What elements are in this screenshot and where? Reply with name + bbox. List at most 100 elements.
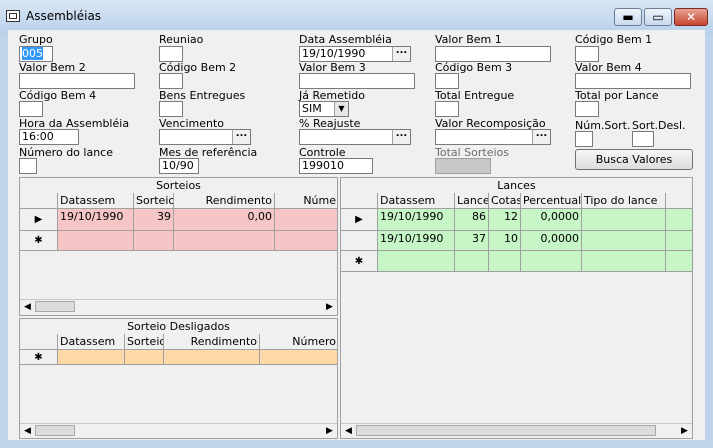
new-row-icon[interactable]: ✱: [20, 350, 58, 365]
busca-valores-button[interactable]: Busca Valores: [575, 149, 693, 170]
mes-referencia-input[interactable]: 10/90: [159, 158, 199, 174]
lances-col-percentual[interactable]: Percentual: [521, 193, 582, 209]
table-cell[interactable]: 19/10/1990: [378, 231, 455, 251]
scroll-left-icon[interactable]: ◀: [20, 424, 35, 438]
table-cell[interactable]: [582, 209, 666, 231]
current-row-icon[interactable]: ▶: [341, 209, 378, 231]
controle-input[interactable]: 199010: [299, 158, 373, 174]
reuniao-input[interactable]: [159, 46, 183, 62]
table-cell[interactable]: 10: [489, 231, 521, 251]
new-row-cell[interactable]: [58, 231, 134, 251]
table-cell[interactable]: 37: [455, 231, 489, 251]
new-row-cell[interactable]: [260, 350, 337, 365]
sorteios-col-numero[interactable]: Núme: [275, 193, 337, 209]
new-row-cell[interactable]: [275, 231, 337, 251]
valor-bem2-input[interactable]: [19, 73, 135, 89]
table-cell[interactable]: [582, 231, 666, 251]
hora-assembleia-input[interactable]: 16:00: [19, 129, 79, 145]
new-row-cell[interactable]: [164, 350, 260, 365]
valor-bem1-input[interactable]: [435, 46, 551, 62]
table-cell[interactable]: [666, 231, 692, 251]
new-row-cell[interactable]: [489, 251, 521, 272]
new-row-cell[interactable]: [134, 231, 174, 251]
pct-reajuste-ellipsis-button[interactable]: ...: [392, 130, 410, 144]
table-cell[interactable]: 0,00: [174, 209, 275, 231]
num-sort-input[interactable]: [575, 131, 593, 147]
sort-desl-input[interactable]: [632, 131, 654, 147]
ja-remetido-select[interactable]: SIM ▼: [299, 101, 349, 117]
scroll-left-icon[interactable]: ◀: [20, 300, 35, 314]
vencimento-ellipsis-button[interactable]: ...: [232, 130, 250, 144]
new-row-cell[interactable]: [521, 251, 582, 272]
table-cell[interactable]: [275, 209, 337, 231]
new-row-cell[interactable]: [58, 350, 125, 365]
data-assembleia-ellipsis-button[interactable]: ...: [392, 47, 410, 61]
valor-bem4-input[interactable]: [575, 73, 691, 89]
table-cell[interactable]: 19/10/1990: [58, 209, 134, 231]
current-row-icon[interactable]: ▶: [20, 209, 58, 231]
desligados-hscrollbar[interactable]: ◀ ▶: [20, 423, 337, 438]
new-row-cell[interactable]: [582, 251, 666, 272]
new-row-cell[interactable]: [174, 231, 275, 251]
sorteios-col-rendimento[interactable]: Rendimento: [174, 193, 275, 209]
data-assembleia-label: Data Assembléia: [299, 33, 392, 46]
sorteios-col-datassem[interactable]: Datassem: [58, 193, 134, 209]
desligados-col-sorteio[interactable]: Sorteio: [125, 334, 164, 350]
desligados-col-rendimento[interactable]: Rendimento: [164, 334, 260, 350]
codigo-bem1-input[interactable]: [575, 46, 599, 62]
sorteios-grid: Sorteios Datassem Sorteio Rendimento Núm…: [19, 177, 338, 316]
table-cell[interactable]: 0,0000: [521, 231, 582, 251]
table-cell[interactable]: 19/10/1990: [378, 209, 455, 231]
sorteios-hscrollbar[interactable]: ◀ ▶: [20, 299, 337, 314]
total-por-lance-input[interactable]: [575, 101, 599, 117]
table-cell[interactable]: 0,0000: [521, 209, 582, 231]
data-assembleia-input[interactable]: 19/10/1990...: [299, 46, 411, 62]
table-cell[interactable]: [666, 209, 692, 231]
bens-entregues-input[interactable]: [159, 101, 183, 117]
scroll-left-icon[interactable]: ◀: [341, 424, 356, 438]
total-entregue-input[interactable]: [435, 101, 459, 117]
codigo-bem1-label: Código Bem 1: [575, 33, 653, 46]
scroll-thumb[interactable]: [35, 425, 75, 436]
minimize-button[interactable]: ▬: [614, 8, 642, 26]
total-sorteios-input: [435, 158, 491, 174]
desligados-col-datassem[interactable]: Datassem: [58, 334, 125, 350]
close-button[interactable]: ✕: [674, 8, 708, 26]
lances-col-cotas[interactable]: Cotas: [489, 193, 521, 209]
sorteios-col-sorteio[interactable]: Sorteio: [134, 193, 174, 209]
scroll-thumb[interactable]: [356, 425, 656, 436]
grupo-input[interactable]: 005: [19, 46, 53, 62]
lances-col-tipo[interactable]: Tipo do lance: [582, 193, 666, 209]
scroll-right-icon[interactable]: ▶: [322, 300, 337, 314]
lances-col-datassem[interactable]: Datassem: [378, 193, 455, 209]
desligados-col-numero[interactable]: Número: [260, 334, 337, 350]
numero-lance-input[interactable]: [19, 158, 37, 174]
new-row-cell[interactable]: [666, 251, 692, 272]
table-cell[interactable]: 12: [489, 209, 521, 231]
scroll-right-icon[interactable]: ▶: [677, 424, 692, 438]
table-cell[interactable]: 86: [455, 209, 489, 231]
row-selector[interactable]: [341, 231, 378, 251]
new-row-cell[interactable]: [378, 251, 455, 272]
new-row-cell[interactable]: [125, 350, 164, 365]
title-bar[interactable]: Assembléias ▬ ▭ ✕: [0, 0, 713, 34]
valor-recomposicao-input[interactable]: ...: [435, 129, 551, 145]
new-row-cell[interactable]: [455, 251, 489, 272]
scroll-right-icon[interactable]: ▶: [322, 424, 337, 438]
valor-recomposicao-ellipsis-button[interactable]: ...: [532, 130, 550, 144]
valor-bem3-input[interactable]: [299, 73, 415, 89]
codigo-bem4-input[interactable]: [19, 101, 43, 117]
lances-col-lance[interactable]: Lance: [455, 193, 489, 209]
table-cell[interactable]: 39: [134, 209, 174, 231]
codigo-bem3-input[interactable]: [435, 73, 459, 89]
scroll-thumb[interactable]: [35, 301, 75, 312]
pct-reajuste-input[interactable]: ...: [299, 129, 411, 145]
new-row-icon[interactable]: ✱: [341, 251, 378, 272]
grupo-label: Grupo: [19, 33, 53, 46]
new-row-icon[interactable]: ✱: [20, 231, 58, 251]
vencimento-input[interactable]: ...: [159, 129, 251, 145]
maximize-button[interactable]: ▭: [644, 8, 672, 26]
lances-hscrollbar[interactable]: ◀ ▶: [341, 423, 692, 438]
codigo-bem2-input[interactable]: [159, 73, 183, 89]
chevron-down-icon[interactable]: ▼: [334, 102, 348, 116]
